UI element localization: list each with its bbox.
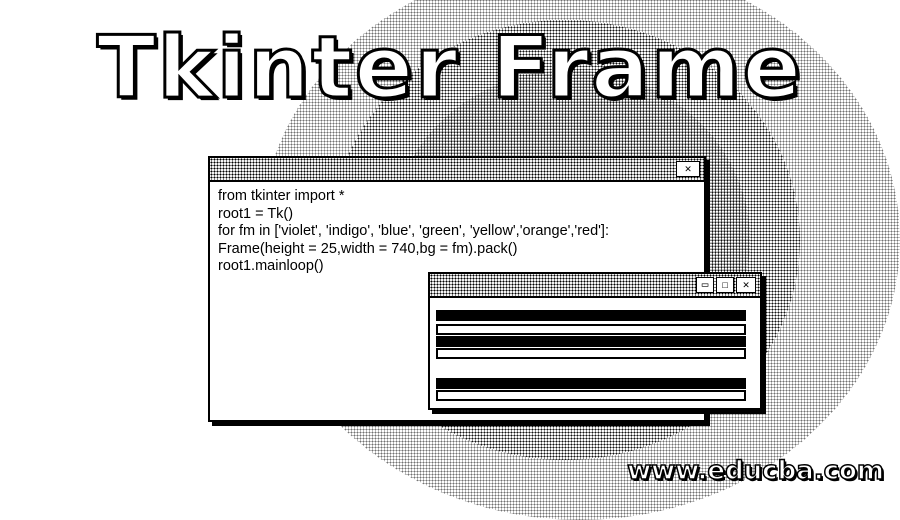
frame-indigo [436, 324, 746, 335]
code-line: root1.mainloop() [218, 258, 324, 274]
code-window-titlebar[interactable]: ✕ [210, 158, 704, 182]
maximize-icon[interactable]: ☐ [716, 277, 734, 293]
code-line: from tkinter import * [218, 188, 345, 204]
page-title: Tkinter Frame [96, 17, 803, 120]
frame-red [436, 390, 746, 401]
frame-violet [436, 310, 746, 321]
output-window-titlebar[interactable]: ▭ ☐ ✕ [430, 274, 760, 298]
code-block: from tkinter import * root1 = Tk() for f… [218, 188, 609, 276]
brand-url[interactable]: www.educba.com [626, 455, 884, 487]
close-icon[interactable]: ✕ [736, 277, 756, 293]
frame-blue [436, 336, 746, 347]
close-icon[interactable]: ✕ [676, 161, 700, 177]
code-line: root1 = Tk() [218, 205, 294, 222]
frame-green [436, 348, 746, 359]
frames-area [430, 298, 760, 408]
code-line: for fm in ['violet', 'indigo', 'blue', '… [218, 223, 609, 239]
output-window: ▭ ☐ ✕ [428, 272, 762, 410]
frame-orange [436, 378, 746, 389]
code-line: Frame(height = 25,width = 740,bg = fm).p… [218, 240, 518, 257]
minimize-icon[interactable]: ▭ [696, 277, 714, 293]
frame-yellow [436, 360, 746, 371]
